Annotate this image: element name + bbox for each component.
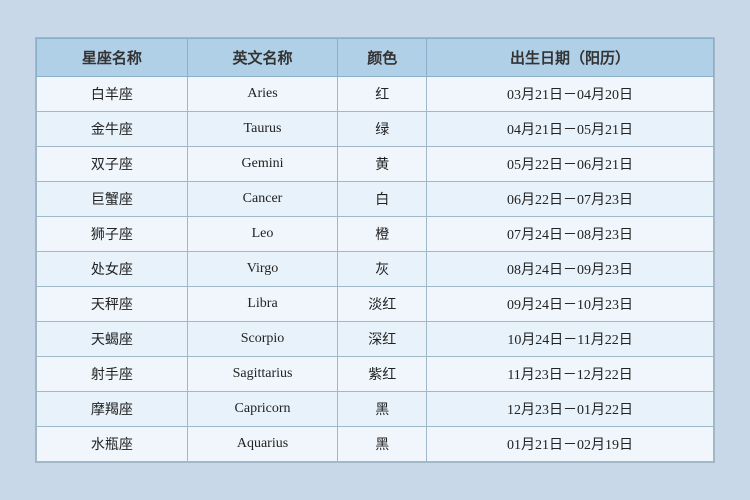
cell-english-name: Capricorn [187,392,338,427]
cell-color: 灰 [338,252,427,287]
cell-color: 深红 [338,322,427,357]
cell-dates: 03月21日－04月20日 [427,77,714,112]
header-color: 颜色 [338,39,427,77]
cell-dates: 04月21日－05月21日 [427,112,714,147]
cell-color: 黑 [338,392,427,427]
cell-chinese-name: 双子座 [37,147,188,182]
cell-english-name: Aquarius [187,427,338,462]
cell-color: 绿 [338,112,427,147]
cell-chinese-name: 狮子座 [37,217,188,252]
cell-english-name: Gemini [187,147,338,182]
cell-chinese-name: 巨蟹座 [37,182,188,217]
table-body: 白羊座Aries红03月21日－04月20日金牛座Taurus绿04月21日－0… [37,77,714,462]
header-chinese-name: 星座名称 [37,39,188,77]
cell-chinese-name: 处女座 [37,252,188,287]
cell-dates: 01月21日－02月19日 [427,427,714,462]
cell-dates: 11月23日－12月22日 [427,357,714,392]
cell-color: 橙 [338,217,427,252]
cell-dates: 10月24日－11月22日 [427,322,714,357]
cell-color: 白 [338,182,427,217]
cell-chinese-name: 金牛座 [37,112,188,147]
table-row: 处女座Virgo灰08月24日－09月23日 [37,252,714,287]
table-row: 射手座Sagittarius紫红11月23日－12月22日 [37,357,714,392]
cell-chinese-name: 摩羯座 [37,392,188,427]
cell-color: 红 [338,77,427,112]
header-english-name: 英文名称 [187,39,338,77]
cell-english-name: Aries [187,77,338,112]
cell-english-name: Scorpio [187,322,338,357]
table-row: 双子座Gemini黄05月22日－06月21日 [37,147,714,182]
cell-chinese-name: 水瓶座 [37,427,188,462]
table-row: 天蝎座Scorpio深红10月24日－11月22日 [37,322,714,357]
cell-chinese-name: 白羊座 [37,77,188,112]
table-row: 水瓶座Aquarius黑01月21日－02月19日 [37,427,714,462]
zodiac-table-container: 星座名称 英文名称 颜色 出生日期（阳历） 白羊座Aries红03月21日－04… [35,37,715,463]
cell-english-name: Leo [187,217,338,252]
cell-dates: 07月24日－08月23日 [427,217,714,252]
table-row: 天秤座Libra淡红09月24日－10月23日 [37,287,714,322]
table-row: 白羊座Aries红03月21日－04月20日 [37,77,714,112]
cell-chinese-name: 天秤座 [37,287,188,322]
table-row: 巨蟹座Cancer白06月22日－07月23日 [37,182,714,217]
cell-color: 淡红 [338,287,427,322]
cell-dates: 09月24日－10月23日 [427,287,714,322]
cell-english-name: Cancer [187,182,338,217]
cell-dates: 08月24日－09月23日 [427,252,714,287]
cell-english-name: Sagittarius [187,357,338,392]
table-row: 狮子座Leo橙07月24日－08月23日 [37,217,714,252]
cell-dates: 05月22日－06月21日 [427,147,714,182]
cell-english-name: Virgo [187,252,338,287]
cell-english-name: Libra [187,287,338,322]
zodiac-table: 星座名称 英文名称 颜色 出生日期（阳历） 白羊座Aries红03月21日－04… [36,38,714,462]
cell-color: 紫红 [338,357,427,392]
cell-dates: 12月23日－01月22日 [427,392,714,427]
cell-chinese-name: 天蝎座 [37,322,188,357]
cell-dates: 06月22日－07月23日 [427,182,714,217]
cell-english-name: Taurus [187,112,338,147]
table-row: 摩羯座Capricorn黑12月23日－01月22日 [37,392,714,427]
cell-chinese-name: 射手座 [37,357,188,392]
header-dates: 出生日期（阳历） [427,39,714,77]
table-header-row: 星座名称 英文名称 颜色 出生日期（阳历） [37,39,714,77]
cell-color: 黄 [338,147,427,182]
table-row: 金牛座Taurus绿04月21日－05月21日 [37,112,714,147]
cell-color: 黑 [338,427,427,462]
